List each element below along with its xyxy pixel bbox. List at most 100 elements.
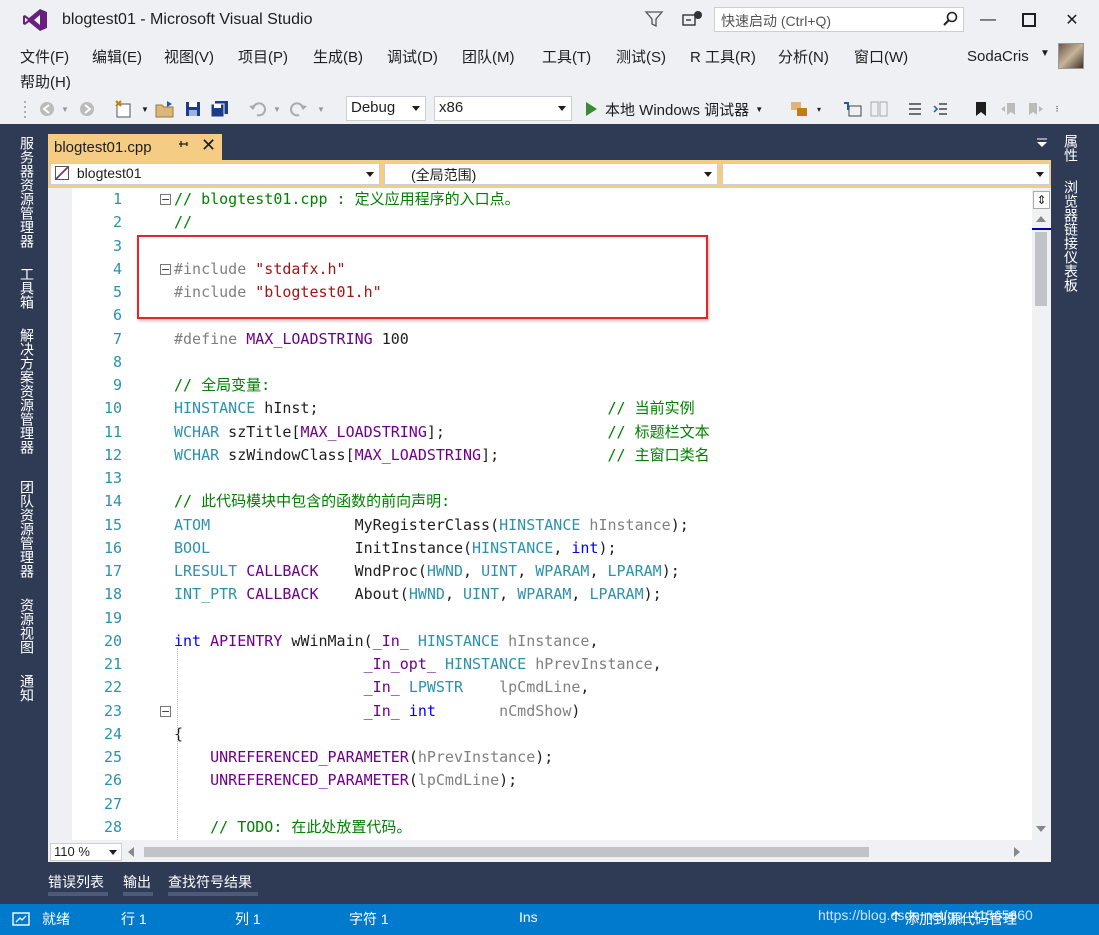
collapse-icon[interactable]: − xyxy=(160,705,171,717)
redo-dropdown-icon[interactable]: ▼ xyxy=(316,98,326,120)
toolbar-grip[interactable] xyxy=(22,98,28,120)
tab-team-explorer[interactable]: 团队资源管理器 xyxy=(17,480,37,578)
code-editor[interactable]: 1−// blogtest01.cpp : 定义应用程序的入口点。 2//3 4− #… xyxy=(48,188,1051,840)
navigate-forward-icon[interactable] xyxy=(76,98,98,120)
maximize-button[interactable] xyxy=(1017,8,1041,32)
configuration-select[interactable]: Debug xyxy=(346,96,426,121)
redo-icon[interactable] xyxy=(288,98,310,120)
menu-team[interactable]: 团队(M) xyxy=(462,46,515,67)
scroll-up-icon[interactable] xyxy=(1036,216,1046,222)
code-line[interactable]: 10 HINSTANCE hInst; // 当前实例 xyxy=(72,397,1032,420)
chevron-down-icon[interactable]: ▼ xyxy=(1040,48,1050,59)
code-line[interactable]: 19 xyxy=(72,607,1032,630)
code-line[interactable]: 11 WCHAR szTitle[MAX_LOADSTRING]; // 标题栏文… xyxy=(72,421,1032,444)
navigate-back-icon[interactable] xyxy=(36,98,58,120)
code-line[interactable]: 16 BOOL InitInstance(HINSTANCE, int); xyxy=(72,537,1032,560)
code-line[interactable]: 23 − _In_ int nCmdShow) xyxy=(72,700,1032,723)
project-dropdown[interactable]: blogtest01 xyxy=(50,163,380,185)
horizontal-scrollbar[interactable]: 110 % xyxy=(48,840,1051,862)
close-icon[interactable]: ✕ xyxy=(201,135,216,156)
bookmark-icon[interactable] xyxy=(970,98,992,120)
code-line[interactable]: 13 xyxy=(72,467,1032,490)
split-editor-button[interactable]: ⇕ xyxy=(1033,191,1050,209)
code-line[interactable]: 1 −// blogtest01.cpp : 定义应用程序的入口点。 xyxy=(72,188,1032,211)
collapse-icon[interactable]: − xyxy=(160,194,171,205)
feedback-icon[interactable] xyxy=(682,9,704,29)
menu-window[interactable]: 窗口(W) xyxy=(854,46,908,67)
code-line[interactable]: 9 // 全局变量: xyxy=(72,374,1032,397)
tab-solution-explorer[interactable]: 解决方案资源管理器 xyxy=(17,328,37,454)
menu-view[interactable]: 视图(V) xyxy=(164,46,214,67)
code-line[interactable]: 28 // TODO: 在此处放置代码。 xyxy=(72,816,1032,839)
member-dropdown[interactable] xyxy=(722,163,1050,185)
tab-overflow-icon[interactable] xyxy=(1035,136,1049,150)
tab-toolbox[interactable]: 工具箱 xyxy=(17,267,37,309)
feedback-filter-icon[interactable] xyxy=(644,9,664,29)
menu-test[interactable]: 测试(S) xyxy=(616,46,666,67)
quick-launch-input[interactable]: 快速启动 (Ctrl+Q) xyxy=(714,7,964,32)
avatar[interactable] xyxy=(1058,43,1084,69)
uncomment-lines-icon[interactable] xyxy=(930,98,952,120)
code-line[interactable]: 7 #define MAX_LOADSTRING 100 xyxy=(72,328,1032,351)
horizontal-scroll-thumb[interactable] xyxy=(144,847,869,857)
pin-icon[interactable] xyxy=(178,139,190,154)
code-line[interactable]: 22 _In_ LPWSTR lpCmdLine, xyxy=(72,676,1032,699)
chevron-down-icon[interactable]: ▼ xyxy=(755,105,763,114)
scope-dropdown[interactable]: (全局范围) xyxy=(384,163,718,185)
tab-resource-view[interactable]: 资源视图 xyxy=(17,598,37,654)
code-line[interactable]: 15 ATOM MyRegisterClass(HINSTANCE hInstan… xyxy=(72,514,1032,537)
scroll-right-icon[interactable] xyxy=(1014,847,1020,857)
vertical-scroll-thumb[interactable] xyxy=(1035,232,1047,306)
menu-help[interactable]: 帮助(H) xyxy=(20,71,71,92)
back-dropdown-icon[interactable]: ▼ xyxy=(60,98,70,120)
window-layout-icon[interactable] xyxy=(868,98,890,120)
code-line[interactable]: 12 WCHAR szWindowClass[MAX_LOADSTRING]; /… xyxy=(72,444,1032,467)
undo-icon[interactable] xyxy=(246,98,268,120)
code-line[interactable]: 2 // xyxy=(72,211,1032,234)
comment-lines-icon[interactable] xyxy=(904,98,926,120)
indicator-margin[interactable] xyxy=(48,188,72,840)
zoom-level-select[interactable]: 110 % xyxy=(50,843,122,861)
code-line[interactable]: 20 int APIENTRY wWinMain(_In_ HINSTANCE h… xyxy=(72,630,1032,653)
solution-explorer-icon[interactable] xyxy=(788,98,810,120)
menu-tools[interactable]: 工具(T) xyxy=(542,46,591,67)
menu-build[interactable]: 生成(B) xyxy=(313,46,363,67)
vertical-scrollbar[interactable]: ⇕ xyxy=(1032,188,1051,840)
code-line[interactable]: 18 INT_PTR CALLBACK About(HWND, UINT, WPA… xyxy=(72,583,1032,606)
new-dropdown-icon[interactable]: ▼ xyxy=(140,98,150,120)
menu-file[interactable]: 文件(F) xyxy=(20,46,69,67)
menu-r-tools[interactable]: R 工具(R) xyxy=(690,46,756,67)
undo-dropdown-icon[interactable]: ▼ xyxy=(272,98,282,120)
menu-edit[interactable]: 编辑(E) xyxy=(92,46,142,67)
code-line[interactable]: 24 { xyxy=(72,723,1032,746)
platform-select[interactable]: x86 xyxy=(434,96,572,121)
code-line[interactable]: 26 UNREFERENCED_PARAMETER(lpCmdLine); xyxy=(72,769,1032,792)
menu-analyze[interactable]: 分析(N) xyxy=(778,46,829,67)
tab-error-list[interactable]: 错误列表 xyxy=(48,872,104,892)
tab-notifications[interactable]: 通知 xyxy=(17,674,37,702)
code-line[interactable]: 25 UNREFERENCED_PARAMETER(hPrevInstance)… xyxy=(72,746,1032,769)
step-icon[interactable] xyxy=(842,98,864,120)
tab-output[interactable]: 输出 xyxy=(123,872,151,892)
new-project-icon[interactable] xyxy=(112,98,136,120)
menu-debug[interactable]: 调试(D) xyxy=(387,46,438,67)
tab-properties[interactable]: 属性 xyxy=(1061,134,1081,162)
search-icon[interactable] xyxy=(942,11,958,27)
open-file-icon[interactable] xyxy=(154,98,176,120)
toolbar-options-icon[interactable]: ⁝ xyxy=(1052,98,1062,120)
code-line[interactable]: 17 LRESULT CALLBACK WndProc(HWND, UINT, W… xyxy=(72,560,1032,583)
scroll-left-icon[interactable] xyxy=(128,847,134,857)
code-line[interactable]: 14 // 此代码模块中包含的函数的前向声明: xyxy=(72,490,1032,513)
code-line[interactable]: 27 xyxy=(72,793,1032,816)
previous-bookmark-icon[interactable] xyxy=(998,98,1020,120)
start-debugging-button[interactable]: 本地 Windows 调试器 ▼ xyxy=(582,97,763,121)
minimize-button[interactable]: — xyxy=(976,8,1000,32)
tab-find-symbol-results[interactable]: 查找符号结果 xyxy=(168,872,252,892)
tab-server-explorer[interactable]: 服务器资源管理器 xyxy=(17,136,37,248)
menu-project[interactable]: 项目(P) xyxy=(238,46,288,67)
close-window-button[interactable]: ✕ xyxy=(1060,8,1084,32)
save-icon[interactable] xyxy=(182,98,204,120)
toolbar-overflow-icon[interactable]: ▾ xyxy=(814,98,824,120)
code-line[interactable]: 21 _In_opt_ HINSTANCE hPrevInstance, xyxy=(72,653,1032,676)
next-bookmark-icon[interactable] xyxy=(1024,98,1046,120)
